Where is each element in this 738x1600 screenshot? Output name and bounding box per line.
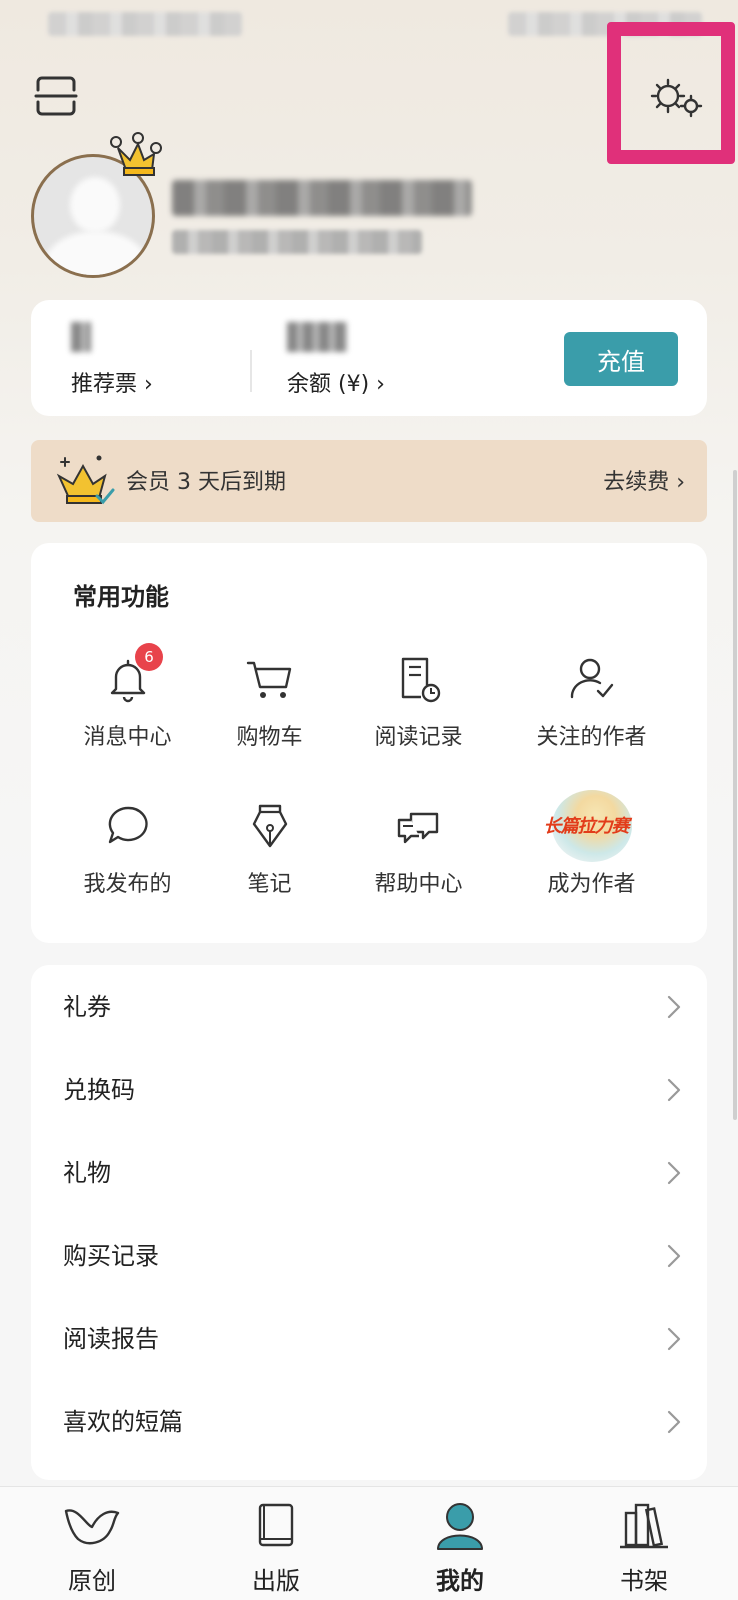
- menu-item-gifts[interactable]: 礼物: [31, 1131, 707, 1215]
- bookshelf-icon: [620, 1503, 668, 1549]
- chevron-right-icon: [667, 1078, 681, 1102]
- scan-button[interactable]: [34, 74, 78, 118]
- cart-icon: [246, 661, 291, 698]
- user-profile-icon: [437, 1503, 483, 1550]
- vip-expiry-bar[interactable]: 会员 3 天后到期 去续费 ›: [31, 440, 707, 522]
- balance-item[interactable]: 余额 (¥) ›: [287, 300, 507, 416]
- menu-label: 阅读报告: [63, 1325, 159, 1353]
- default-avatar-icon: [70, 177, 120, 233]
- menu-item-reading-report[interactable]: 阅读报告: [31, 1297, 707, 1381]
- func-help-center[interactable]: 帮助中心: [334, 800, 503, 910]
- reading-time-blurred[interactable]: [172, 230, 422, 256]
- become-author-logo-text: 长篇拉力赛: [543, 816, 630, 837]
- message-badge: 6: [135, 643, 163, 671]
- menu-label: 礼券: [63, 993, 111, 1021]
- bird-icon: [64, 1509, 120, 1545]
- tab-label-original: 原创: [68, 1567, 116, 1595]
- avatar-body-shape: [44, 231, 148, 275]
- common-functions-card: 常用功能 6 消息中心 购物车 阅读记录 关注的作者 我发布的 笔记 帮助中心 …: [31, 543, 707, 943]
- scrollbar[interactable]: [733, 470, 737, 1120]
- wallet-divider: [250, 350, 252, 392]
- func-label-followed-authors: 关注的作者: [536, 725, 647, 750]
- recharge-button[interactable]: 充值: [564, 332, 678, 386]
- followed-author-icon: [570, 658, 613, 699]
- menu-item-liked-short-stories[interactable]: 喜欢的短篇: [31, 1380, 707, 1464]
- common-functions-title: 常用功能: [73, 583, 169, 611]
- status-bar-left-blurred: [48, 12, 242, 36]
- recommend-ticket-label: 推荐票 ›: [71, 372, 153, 397]
- scan-icon: [34, 76, 78, 116]
- menu-label: 购买记录: [63, 1242, 159, 1270]
- chevron-right-icon: [667, 1327, 681, 1351]
- chat-bubble-icon: [108, 806, 148, 844]
- balance-value-blurred: [287, 322, 347, 352]
- tab-mine[interactable]: 我的: [368, 1487, 552, 1600]
- settings-highlight-box: [607, 22, 735, 164]
- func-label-become-author: 成为作者: [547, 872, 636, 897]
- bottom-tab-bar: 原创 出版 我的 书架: [0, 1486, 738, 1600]
- tab-original[interactable]: 原创: [0, 1487, 184, 1600]
- func-become-author[interactable]: 长篇拉力赛 成为作者: [507, 790, 676, 910]
- menu-item-purchase-history[interactable]: 购买记录: [31, 1214, 707, 1298]
- tab-label-mine: 我的: [436, 1567, 484, 1595]
- recommend-ticket-value-blurred: [71, 322, 91, 352]
- vip-expiry-text: 会员 3 天后到期: [126, 470, 286, 495]
- tab-label-bookshelf: 书架: [620, 1567, 668, 1595]
- reading-history-icon: [401, 657, 440, 703]
- chevron-right-icon: [667, 1244, 681, 1268]
- menu-label: 礼物: [63, 1159, 111, 1187]
- func-label-help-center: 帮助中心: [374, 872, 463, 897]
- vip-renew-link[interactable]: 去续费 ›: [603, 464, 685, 496]
- help-chat-icon: [397, 812, 438, 844]
- book-icon: [258, 1503, 294, 1547]
- chevron-right-icon: [667, 1410, 681, 1434]
- func-notes[interactable]: 笔记: [185, 800, 354, 910]
- menu-list-card: 礼券 兑换码 礼物 购买记录 阅读报告 喜欢的短篇: [31, 965, 707, 1480]
- vip-crown-badge-icon: [108, 132, 162, 180]
- vip-crown-icon: [56, 455, 115, 505]
- become-author-logo: 长篇拉力赛: [544, 790, 632, 862]
- wallet-card: 推荐票 › 余额 (¥) › 充值: [31, 300, 707, 416]
- pen-nib-icon: [252, 804, 287, 848]
- tab-publish[interactable]: 出版: [184, 1487, 368, 1600]
- tab-label-publish: 出版: [252, 1567, 300, 1595]
- tab-bookshelf[interactable]: 书架: [552, 1487, 736, 1600]
- balance-label: 余额 (¥) ›: [287, 372, 385, 397]
- chevron-right-icon: [667, 995, 681, 1019]
- username-blurred: [172, 180, 492, 220]
- func-label-cart: 购物车: [236, 725, 303, 750]
- recommend-ticket-item[interactable]: 推荐票 ›: [71, 300, 251, 416]
- func-label-reading-history: 阅读记录: [374, 725, 463, 750]
- menu-label: 兑换码: [63, 1076, 135, 1104]
- menu-label: 喜欢的短篇: [63, 1408, 183, 1436]
- chevron-right-icon: [667, 1161, 681, 1185]
- func-reading-history[interactable]: 阅读记录: [334, 653, 503, 763]
- func-followed-authors[interactable]: 关注的作者: [507, 653, 676, 763]
- menu-item-coupons[interactable]: 礼券: [31, 965, 707, 1049]
- func-cart[interactable]: 购物车: [185, 653, 354, 763]
- menu-item-redeem-code[interactable]: 兑换码: [31, 1048, 707, 1132]
- func-label-notes: 笔记: [247, 872, 292, 897]
